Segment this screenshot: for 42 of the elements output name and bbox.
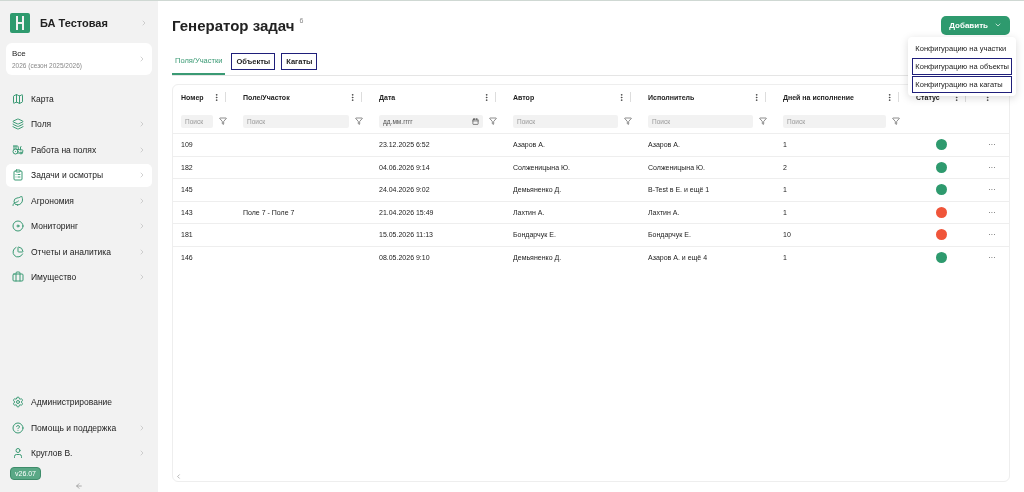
calendar-icon[interactable] — [472, 117, 479, 125]
sidebar-item[interactable]: Мониторинг — [6, 214, 152, 238]
filter-icon[interactable] — [624, 117, 632, 125]
tractor-icon — [12, 143, 24, 156]
column-menu-icon[interactable] — [348, 92, 357, 102]
sidebar-item[interactable]: Отчеты и аналитика — [6, 240, 152, 263]
filter-icon[interactable] — [219, 117, 227, 125]
leaf-icon — [12, 194, 24, 207]
settings-icon — [12, 396, 24, 408]
column-menu-icon[interactable] — [885, 92, 894, 102]
column-menu-icon[interactable] — [212, 92, 221, 102]
sidebar-item[interactable]: Имущество — [6, 265, 152, 289]
sidebar-item[interactable]: Задачи и осмотры — [6, 163, 152, 187]
caret-icon — [994, 21, 1002, 29]
help-icon — [12, 421, 24, 434]
filter-icon[interactable] — [892, 117, 900, 125]
season-title: Все — [12, 49, 27, 58]
clipboard-icon — [12, 169, 24, 181]
map-icon — [12, 92, 24, 105]
filter-icon[interactable] — [489, 117, 497, 125]
sidebar-item[interactable]: Агрономия — [6, 189, 152, 212]
organization-name: БА Тестовая — [40, 17, 109, 29]
filter-icon[interactable] — [759, 117, 767, 125]
sidebar-item[interactable]: Круглов В. — [6, 441, 152, 465]
logo-icon — [10, 13, 30, 33]
sidebar-item[interactable]: Администрирование — [6, 390, 152, 414]
briefcase-icon — [12, 271, 24, 283]
sidebar-item[interactable]: Поля — [6, 112, 152, 136]
column-menu-icon[interactable] — [482, 92, 491, 102]
pie-chart-icon — [12, 245, 24, 258]
sidebar-item[interactable]: Карта — [6, 87, 152, 110]
user-icon — [12, 447, 24, 459]
chevron-icon — [138, 55, 146, 63]
target-icon — [12, 220, 24, 232]
column-menu-icon[interactable] — [752, 92, 761, 102]
column-menu-icon[interactable] — [617, 92, 626, 102]
page-title: Генератор задач — [172, 16, 295, 34]
filter-icon[interactable] — [355, 117, 363, 125]
sidebar-item[interactable]: Работа на полях — [6, 138, 152, 161]
add-button[interactable]: Добавить — [941, 15, 1010, 35]
layers-icon — [12, 118, 24, 130]
sidebar-item[interactable]: Помощь и поддержка — [6, 416, 152, 439]
